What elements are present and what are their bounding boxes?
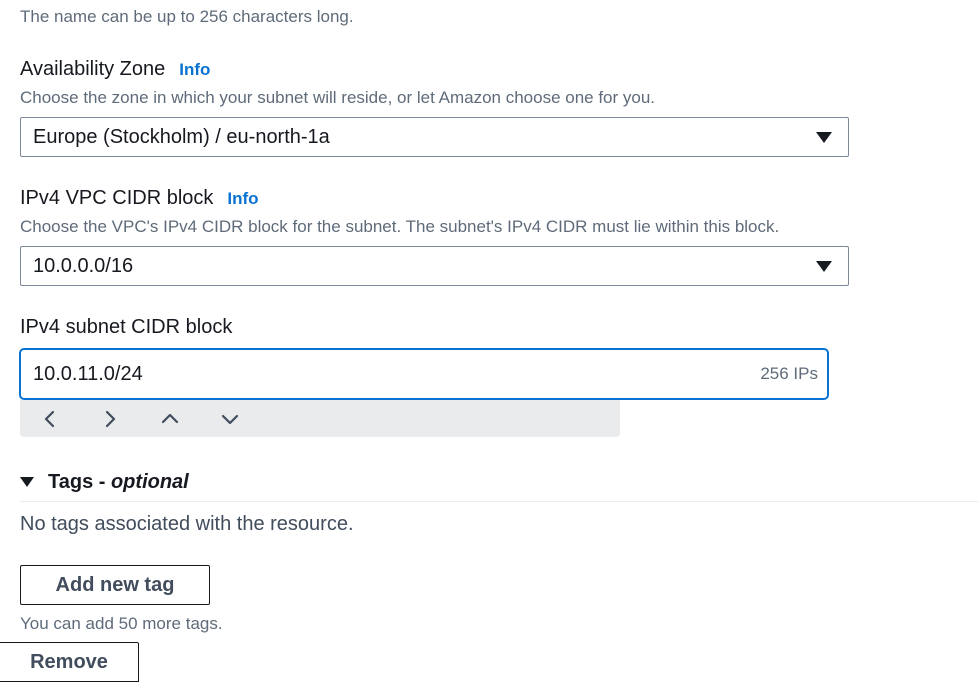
- chevron-right-icon[interactable]: [97, 406, 123, 432]
- chevron-up-icon[interactable]: [157, 406, 183, 432]
- availability-zone-label-row: Availability Zone Info: [20, 56, 210, 83]
- vpc-cidr-selected-value: 10.0.0.0/16: [33, 255, 134, 277]
- caret-down-icon: [20, 477, 34, 487]
- subnet-cidr-value: 10.0.11.0/24: [33, 363, 143, 385]
- availability-zone-label: Availability Zone: [20, 58, 166, 80]
- add-new-tag-button[interactable]: Add new tag: [20, 565, 210, 605]
- subnet-cidr-label: IPv4 subnet CIDR block: [20, 316, 233, 338]
- chevron-down-icon[interactable]: [217, 406, 243, 432]
- vpc-cidr-description: Choose the VPC's IPv4 CIDR block for the…: [20, 217, 780, 236]
- vpc-cidr-info-link[interactable]: Info: [227, 189, 258, 208]
- remove-button[interactable]: Remove: [0, 642, 139, 682]
- caret-down-icon: [816, 132, 832, 143]
- section-divider: [20, 501, 978, 502]
- availability-zone-info-link[interactable]: Info: [179, 60, 210, 79]
- subnet-ip-count: 256 IPs: [760, 364, 818, 383]
- caret-down-icon: [816, 261, 832, 272]
- vpc-cidr-label-row: IPv4 VPC CIDR block Info: [20, 185, 259, 212]
- subnet-cidr-input[interactable]: 10.0.11.0/24 256 IPs: [19, 348, 829, 400]
- chevron-left-icon[interactable]: [37, 406, 63, 432]
- availability-zone-select[interactable]: Europe (Stockholm) / eu-north-1a: [20, 117, 849, 157]
- availability-zone-description: Choose the zone in which your subnet wil…: [20, 88, 656, 107]
- vpc-cidr-label: IPv4 VPC CIDR block: [20, 187, 214, 209]
- vpc-cidr-select[interactable]: 10.0.0.0/16: [20, 246, 849, 286]
- name-hint: The name can be up to 256 characters lon…: [20, 7, 354, 26]
- cidr-stepper-toolbar: [20, 400, 620, 437]
- availability-zone-selected-value: Europe (Stockholm) / eu-north-1a: [33, 126, 330, 148]
- tags-remaining-hint: You can add 50 more tags.: [20, 614, 223, 633]
- tags-optional-label: optional: [110, 471, 189, 493]
- tags-section-title: Tags - optional: [48, 471, 189, 493]
- no-tags-message: No tags associated with the resource.: [20, 513, 354, 535]
